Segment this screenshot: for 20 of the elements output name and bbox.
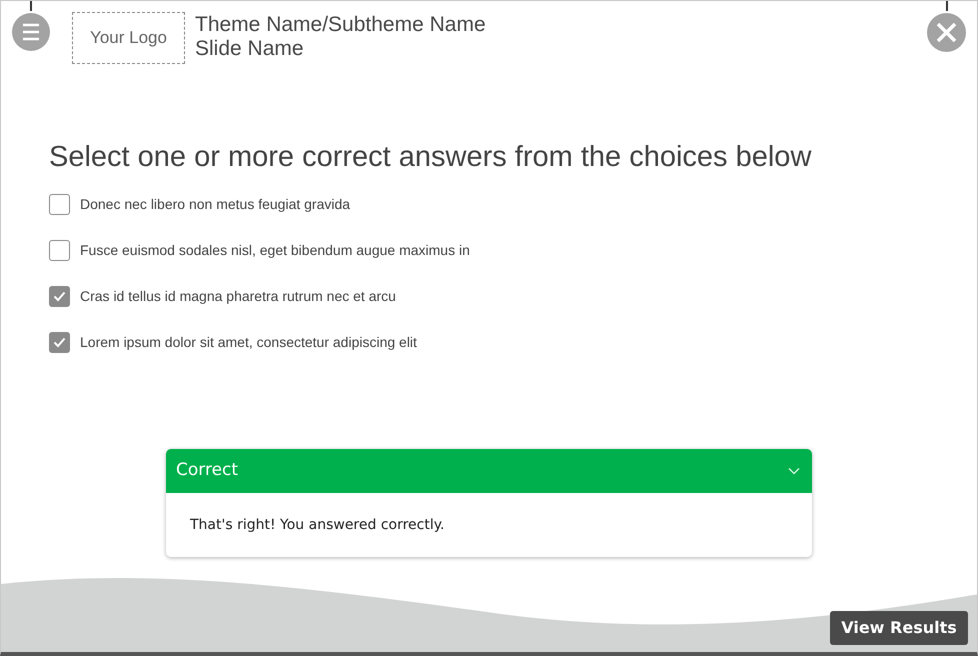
checkbox[interactable]	[49, 286, 70, 307]
slide-title: Slide Name	[195, 37, 305, 61]
feedback-title: Correct	[176, 459, 238, 482]
view-results-button[interactable]: View Results	[830, 611, 968, 645]
check-icon	[53, 337, 66, 348]
choice-label[interactable]: Fusce euismod sodales nisl, eget bibendum augue maximus in	[80, 240, 470, 261]
check-icon	[53, 291, 66, 302]
checkbox[interactable]	[49, 194, 70, 215]
close-icon[interactable]	[927, 13, 966, 52]
checkbox[interactable]	[49, 332, 70, 353]
feedback-message: That's right! You answered correctly.	[190, 516, 444, 534]
theme-title: Theme Name/Subtheme Name	[195, 13, 487, 37]
checkbox[interactable]	[49, 240, 70, 261]
question-text: Select one or more correct answers from the choices below	[49, 140, 812, 175]
menu-icon[interactable]	[12, 13, 50, 51]
choice-label[interactable]: Lorem ipsum dolor sit amet, consectetur adipiscing elit	[80, 332, 417, 353]
choice-label[interactable]: Donec nec libero non metus feugiat gravida	[80, 194, 350, 215]
logo: Your Logo	[72, 12, 185, 64]
choice-label[interactable]: Cras id tellus id magna pharetra rutrum nec et arcu	[80, 286, 396, 307]
chevron-icon[interactable]	[788, 467, 800, 475]
